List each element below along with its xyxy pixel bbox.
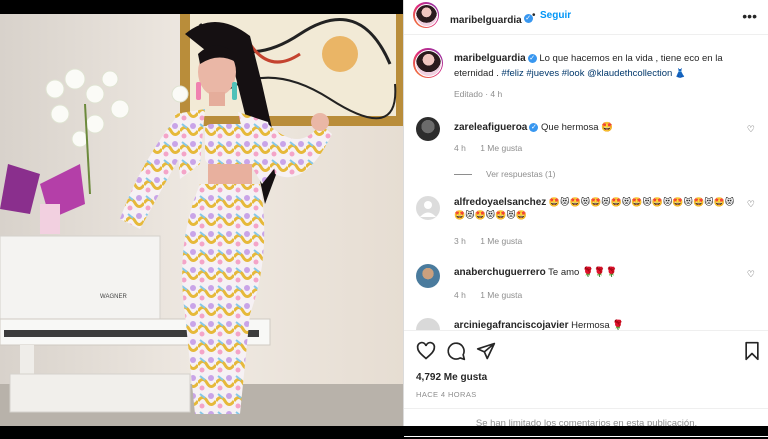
post-photo-illustration: WAGNER <box>0 14 403 426</box>
view-replies-label: Ver respuestas (1) <box>486 169 556 179</box>
likes-count[interactable]: 4,792 Me gusta <box>416 372 487 383</box>
comment-meta: 3 h 1 Me gusta <box>454 236 522 246</box>
post-photo[interactable]: WAGNER <box>0 14 403 426</box>
dot-separator: • <box>532 10 536 21</box>
comment-body: anaberchuguerrero Te amo 🌹🌹🌹 <box>454 266 744 279</box>
comment-time: 4 h <box>454 143 466 153</box>
default-avatar-icon <box>420 201 436 217</box>
commenter-avatar[interactable] <box>416 196 440 220</box>
comment-like-heart-icon[interactable]: ♡ <box>747 199 755 210</box>
comment-item: anaberchuguerrero Te amo 🌹🌹🌹 ♡ 4 h 1 Me … <box>416 264 761 308</box>
author-avatar[interactable] <box>413 2 439 28</box>
verified-badge-icon: ✓ <box>529 122 539 132</box>
comment-item: alfredoyaelsanchez 🤩😻🤩😻🤩😻🤩😻🤩😻🤩😻🤩😻🤩😻🤩😻🤩😻🤩… <box>416 196 761 248</box>
commenter-avatar[interactable] <box>416 264 440 288</box>
comment-body: zareleafigueroa ✓ Que hermosa 🤩 <box>454 121 744 134</box>
more-options-icon[interactable]: ••• <box>742 8 757 24</box>
comment-meta: 4 h 1 Me gusta <box>454 290 522 300</box>
bookmark-icon[interactable] <box>742 341 762 361</box>
caption-hashtags[interactable]: #feliz #jueves #look @klaudethcollection <box>502 68 673 79</box>
comment-body: arciniegafranciscojavier Hermosa 🌹 <box>454 319 744 330</box>
comment-like-heart-icon[interactable]: ♡ <box>747 269 755 280</box>
comment-text: Que hermosa 🤩 <box>541 122 614 133</box>
comment-text: Hermosa 🌹 <box>571 320 625 330</box>
post-header: maribelguardia ✓ • Seguir ••• <box>404 0 768 35</box>
commenter-username[interactable]: alfredoyaelsanchez <box>454 197 546 208</box>
comment-likes[interactable]: 1 Me gusta <box>480 236 522 246</box>
post-time-ago: HACE 4 HORAS <box>416 390 477 399</box>
heart-icon[interactable] <box>416 341 436 361</box>
commenter-username[interactable]: anaberchuguerrero <box>454 267 546 278</box>
comment-item: zareleafigueroa ✓ Que hermosa 🤩 ♡ 4 h 1 M… <box>416 117 761 177</box>
bottom-black-bar <box>0 426 768 436</box>
author-name-block: maribelguardia ✓ <box>450 10 533 28</box>
commenter-avatar[interactable] <box>416 117 440 141</box>
comment-text: Te amo 🌹🌹🌹 <box>548 267 618 278</box>
comment-icon[interactable] <box>446 341 466 361</box>
comment-meta: 4 h 1 Me gusta <box>454 143 522 153</box>
post-caption: maribelguardia ✓ Lo que hacemos en la vid… <box>454 52 754 81</box>
replies-line <box>454 174 472 176</box>
verified-badge-icon: ✓ <box>527 53 537 63</box>
instagram-post-view: WAGNER maribelguardia ✓ • Seguir ••• mar… <box>0 0 768 437</box>
follow-button[interactable]: Seguir <box>540 10 571 21</box>
post-actions-section: 4,792 Me gusta HACE 4 HORAS Se han limit… <box>404 330 768 437</box>
comment-likes[interactable]: 1 Me gusta <box>480 143 522 153</box>
caption-username[interactable]: maribelguardia <box>454 53 526 64</box>
caption-emoji: 👗 <box>674 68 687 78</box>
caption-edited-meta: Editado · 4 h <box>454 89 503 99</box>
caption-avatar[interactable] <box>413 48 443 78</box>
comment-like-heart-icon[interactable]: ♡ <box>747 124 755 135</box>
commenter-username[interactable]: zareleafigueroa <box>454 122 527 133</box>
author-username[interactable]: maribelguardia <box>450 15 522 26</box>
commenter-username[interactable]: arciniegafranciscojavier <box>454 320 569 330</box>
post-details-panel: maribelguardia ✓ • Seguir ••• maribelguar… <box>403 0 768 437</box>
view-replies-button[interactable]: Ver respuestas (1) <box>454 169 555 179</box>
comment-time: 4 h <box>454 290 466 300</box>
comment-time: 3 h <box>454 236 466 246</box>
share-icon[interactable] <box>476 341 496 361</box>
comment-item: arciniegafranciscojavier Hermosa 🌹 <box>416 318 761 330</box>
comment-body: alfredoyaelsanchez 🤩😻🤩😻🤩😻🤩😻🤩😻🤩😻🤩😻🤩😻🤩😻🤩😻🤩… <box>454 196 744 222</box>
comment-likes[interactable]: 1 Me gusta <box>480 290 522 300</box>
piano-brand-label: WAGNER <box>100 294 127 300</box>
commenter-avatar[interactable] <box>416 318 440 330</box>
